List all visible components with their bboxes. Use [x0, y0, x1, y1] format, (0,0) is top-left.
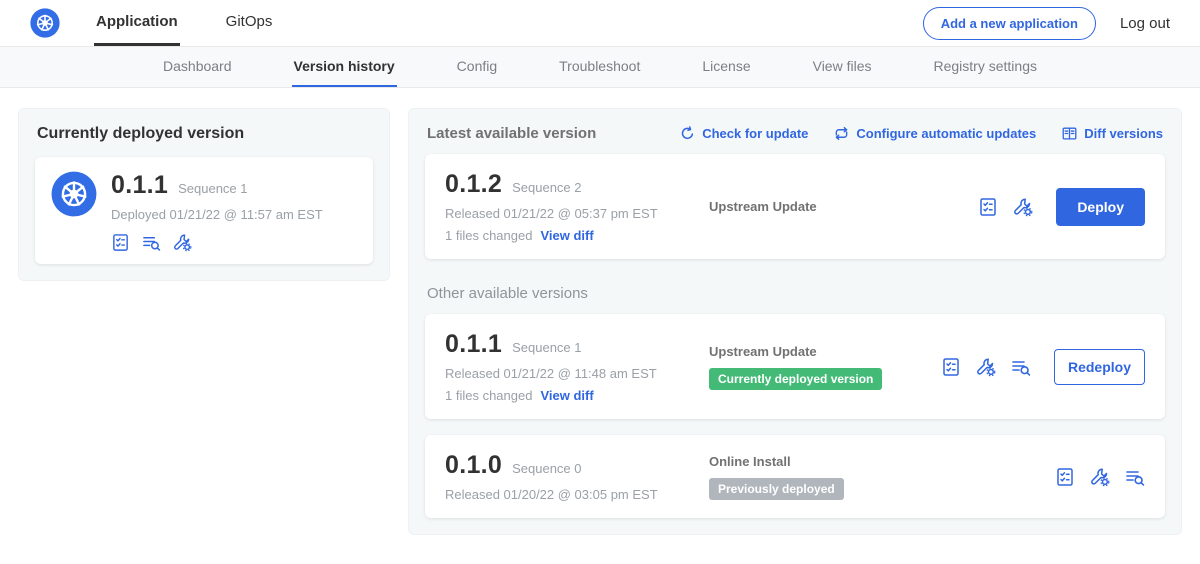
version-source: Upstream Update Currently deployed versi… [697, 344, 941, 390]
tab-application[interactable]: Application [94, 0, 180, 46]
other-available-versions-title: Other available versions [427, 285, 1163, 302]
available-panel-actions: Check for update Configure automatic upd… [680, 126, 1163, 141]
deployed-version-card: 0.1.1 Sequence 1 Deployed 01/21/22 @ 11:… [35, 157, 373, 264]
release-notes-icon[interactable] [1055, 467, 1075, 487]
version-actions [1055, 467, 1145, 487]
files-changed-label: 1 files changed [445, 228, 532, 243]
version-number: 0.1.2 [445, 170, 502, 199]
view-files-icon[interactable] [1011, 357, 1031, 377]
version-number: 0.1.1 [445, 330, 502, 359]
redeploy-button[interactable]: Redeploy [1054, 349, 1145, 385]
version-row-0.1.1: 0.1.1 Sequence 1 Released 01/21/22 @ 11:… [425, 314, 1165, 419]
release-notes-icon[interactable] [111, 233, 130, 252]
currently-deployed-badge: Currently deployed version [709, 368, 882, 390]
version-actions: Redeploy [941, 349, 1145, 385]
app-subnav: Dashboard Version history Config Trouble… [0, 47, 1200, 88]
config-icon[interactable] [173, 233, 192, 252]
config-icon[interactable] [1013, 197, 1033, 217]
view-diff-link[interactable]: View diff [540, 228, 593, 243]
version-info: 0.1.0 Sequence 0 Released 01/20/22 @ 03:… [445, 451, 697, 502]
deployed-date: Deployed 01/21/22 @ 11:57 am EST [111, 207, 323, 222]
latest-available-title: Latest available version [427, 125, 596, 142]
topnav-right: Add a new application Log out [923, 7, 1170, 40]
deployed-panel-title: Currently deployed version [37, 125, 371, 143]
source-label: Upstream Update [709, 344, 941, 359]
logout-link[interactable]: Log out [1120, 15, 1170, 32]
diff-versions-label: Diff versions [1084, 126, 1163, 141]
deployed-actions [111, 233, 323, 252]
files-changed-label: 1 files changed [445, 388, 532, 403]
version-row-0.1.0: 0.1.0 Sequence 0 Released 01/20/22 @ 03:… [425, 435, 1165, 518]
subtab-dashboard[interactable]: Dashboard [161, 47, 234, 87]
check-for-update-link[interactable]: Check for update [680, 126, 808, 141]
top-navbar: Application GitOps Add a new application… [0, 0, 1200, 47]
subtab-troubleshoot[interactable]: Troubleshoot [557, 47, 642, 87]
sequence-label: Sequence 0 [512, 461, 581, 476]
release-notes-icon[interactable] [941, 357, 961, 377]
released-date: Released 01/21/22 @ 05:37 pm EST [445, 206, 697, 221]
sequence-label: Sequence 2 [512, 180, 581, 195]
version-row-0.1.2: 0.1.2 Sequence 2 Released 01/21/22 @ 05:… [425, 154, 1165, 259]
view-files-icon[interactable] [142, 233, 161, 252]
available-panel-header: Latest available version Check for updat… [427, 125, 1163, 142]
source-label: Upstream Update [709, 199, 978, 214]
version-info: 0.1.2 Sequence 2 Released 01/21/22 @ 05:… [445, 170, 697, 243]
released-date: Released 01/20/22 @ 03:05 pm EST [445, 487, 697, 502]
subtab-license[interactable]: License [700, 47, 752, 87]
subtab-config[interactable]: Config [455, 47, 499, 87]
kubernetes-app-icon [51, 171, 97, 217]
sequence-label: Sequence 1 [512, 340, 581, 355]
sync-arrows-icon [834, 126, 849, 141]
view-files-icon[interactable] [1125, 467, 1145, 487]
deployed-version-info: 0.1.1 Sequence 1 Deployed 01/21/22 @ 11:… [111, 171, 323, 252]
tab-gitops[interactable]: GitOps [224, 0, 275, 46]
version-source: Online Install Previously deployed [697, 454, 1055, 500]
refresh-icon [680, 126, 695, 141]
version-source: Upstream Update [697, 199, 978, 214]
config-icon[interactable] [1090, 467, 1110, 487]
view-diff-link[interactable]: View diff [540, 388, 593, 403]
kubernetes-logo-icon [30, 8, 60, 38]
release-notes-icon[interactable] [978, 197, 998, 217]
source-label: Online Install [709, 454, 1055, 469]
diff-versions-link[interactable]: Diff versions [1062, 126, 1163, 141]
add-application-button[interactable]: Add a new application [923, 7, 1096, 40]
configure-automatic-updates-label: Configure automatic updates [856, 126, 1036, 141]
version-info: 0.1.1 Sequence 1 Released 01/21/22 @ 11:… [445, 330, 697, 403]
version-actions: Deploy [978, 188, 1145, 226]
available-versions-panel: Latest available version Check for updat… [408, 108, 1182, 535]
config-icon[interactable] [976, 357, 996, 377]
subtab-view-files[interactable]: View files [811, 47, 874, 87]
deployed-sequence-label: Sequence 1 [178, 181, 247, 196]
version-number: 0.1.0 [445, 451, 502, 480]
released-date: Released 01/21/22 @ 11:48 am EST [445, 366, 697, 381]
subtab-version-history[interactable]: Version history [292, 47, 397, 87]
previously-deployed-badge: Previously deployed [709, 478, 844, 500]
configure-automatic-updates-link[interactable]: Configure automatic updates [834, 126, 1036, 141]
subtab-registry-settings[interactable]: Registry settings [932, 47, 1039, 87]
diff-columns-icon [1062, 126, 1077, 141]
deploy-button[interactable]: Deploy [1056, 188, 1145, 226]
currently-deployed-panel: Currently deployed version 0.1.1 Sequenc… [18, 108, 390, 281]
top-tabs: Application GitOps [94, 0, 318, 46]
main-content: Currently deployed version 0.1.1 Sequenc… [0, 88, 1200, 555]
check-for-update-label: Check for update [702, 126, 808, 141]
deployed-version-number: 0.1.1 [111, 171, 168, 200]
